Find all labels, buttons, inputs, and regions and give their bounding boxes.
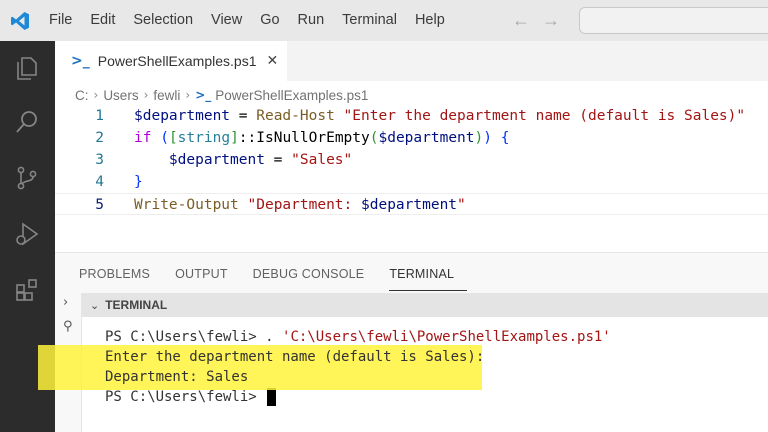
code-token: $department — [134, 108, 231, 124]
line-number: 4 — [95, 174, 104, 190]
terminal-line: PS C:\Users\fewli> . 'C:\Users\fewli\Pow… — [105, 329, 611, 345]
chevron-right-icon: › — [93, 88, 99, 102]
breadcrumb-item-users[interactable]: Users — [103, 88, 138, 103]
menu-item-terminal[interactable]: Terminal — [333, 0, 406, 41]
menu-item-file[interactable]: File — [40, 0, 81, 41]
title-bar: File Edit Selection View Go Run Terminal Help ←… — [0, 0, 768, 41]
code-token: ) — [474, 130, 484, 146]
code-editor[interactable]: 1 $department = Read-Host "Enter the depa… — [55, 105, 768, 215]
arrow-left-icon[interactable]: ← — [512, 0, 530, 41]
code-token: $department — [168, 152, 265, 168]
code-line[interactable]: 4} — [55, 171, 768, 193]
terminal-header-label: TERMINAL — [105, 298, 168, 312]
code-token: { — [500, 130, 510, 146]
menu-item-help[interactable]: Help — [406, 0, 454, 41]
code-text: $department = "Sales" — [134, 149, 352, 171]
code-token: $department — [361, 197, 458, 213]
chevron-down-icon: ⌄ — [90, 298, 100, 312]
code-token: = — [264, 152, 292, 168]
breadcrumb-item-fewli[interactable]: fewli — [153, 88, 180, 103]
terminal-section-header[interactable]: ⌄ TERMINAL — [82, 293, 768, 317]
code-token: ( — [160, 130, 169, 146]
editor-tab[interactable]: >_ PowerShellExamples.ps1 ✕ — [55, 41, 287, 81]
editor-tab-bar: >_ PowerShellExamples.ps1 ✕ — [55, 41, 768, 81]
menu-item-view[interactable]: View — [202, 0, 251, 41]
extensions-icon[interactable] — [12, 275, 42, 305]
code-line[interactable]: 5 Write-Output "Department: $department" — [55, 193, 768, 215]
menu-item-go[interactable]: Go — [251, 0, 288, 41]
code-token: "Sales" — [291, 152, 353, 168]
command-center-search[interactable] — [579, 7, 768, 34]
pin-icon[interactable]: ⚲ — [63, 319, 73, 334]
source-control-icon[interactable] — [12, 163, 42, 193]
code-text: Write-Output "Department: $department" — [134, 194, 466, 216]
line-number: 1 — [95, 108, 104, 124]
chevron-right-icon: › — [143, 88, 149, 102]
line-number: 2 — [95, 130, 104, 146]
tab-debug-console[interactable]: DEBUG CONSOLE — [253, 263, 378, 291]
line-number: 3 — [95, 152, 104, 168]
menu-bar: File Edit Selection View Go Run Terminal Help — [40, 0, 454, 41]
line-number: 5 — [95, 197, 104, 213]
code-token: = — [230, 108, 257, 124]
run-debug-icon[interactable] — [12, 219, 42, 249]
bottom-panel: PROBLEMS OUTPUT DEBUG CONSOLE TERMINAL › ⚲ … — [55, 252, 768, 432]
code-token: "Enter the department name (default is S… — [343, 108, 746, 124]
breadcrumb: C: › Users › fewli › >_ PowerShellExampl… — [75, 85, 368, 105]
code-line[interactable]: 3 $department = "Sales" — [55, 149, 768, 171]
menu-item-selection[interactable]: Selection — [124, 0, 202, 41]
code-text: $department = Read-Host "Enter the depar… — [134, 105, 745, 127]
menu-item-edit[interactable]: Edit — [81, 0, 124, 41]
code-token: "Department: — [247, 197, 361, 213]
close-icon[interactable]: ✕ — [266, 53, 278, 69]
terminal-cursor — [267, 388, 277, 406]
explorer-icon[interactable] — [12, 53, 42, 83]
terminal-line: Department: Sales — [105, 369, 249, 385]
panel-tab-bar: PROBLEMS OUTPUT DEBUG CONSOLE TERMINAL — [79, 263, 479, 291]
code-token: [ — [168, 130, 178, 146]
powershell-icon: >_ — [195, 88, 212, 102]
code-token: } — [134, 174, 143, 190]
arrow-right-icon[interactable]: → — [542, 0, 560, 41]
code-text: } — [134, 171, 143, 193]
code-token: " — [457, 197, 466, 213]
menu-item-run[interactable]: Run — [289, 0, 334, 41]
code-token: if — [134, 130, 152, 146]
breadcrumb-item-drive[interactable]: C: — [75, 88, 89, 103]
vscode-logo-icon — [0, 0, 40, 41]
code-line[interactable]: 2 if ([string]::IsNullOrEmpty($department… — [55, 127, 768, 149]
code-token: $department — [378, 130, 475, 146]
breadcrumb-item-file[interactable]: PowerShellExamples.ps1 — [215, 88, 368, 103]
tab-label: PowerShellExamples.ps1 — [97, 53, 257, 69]
code-token: ] — [230, 130, 239, 146]
code-line[interactable]: 1 $department = Read-Host "Enter the depa… — [55, 105, 768, 127]
powershell-icon: >_ — [71, 53, 90, 69]
terminal-line: PS C:\Users\fewli> — [105, 387, 277, 407]
navigation-arrows: ← → — [512, 0, 560, 41]
search-icon[interactable] — [12, 107, 42, 137]
code-token: Read-Host — [256, 108, 335, 124]
tab-problems[interactable]: PROBLEMS — [79, 263, 163, 291]
code-token: Write-Output — [134, 197, 239, 213]
chevron-right-icon[interactable]: › — [63, 295, 68, 310]
tab-terminal[interactable]: TERMINAL — [389, 263, 468, 291]
tab-output[interactable]: OUTPUT — [175, 263, 241, 291]
terminal-line: Enter the department name (default is Sa… — [105, 349, 485, 365]
code-token: string — [177, 130, 231, 146]
code-token: ) — [483, 130, 492, 146]
code-token: ::IsNullOrEmpty — [238, 130, 370, 146]
code-text: if ([string]::IsNullOrEmpty($department)… — [134, 127, 509, 149]
chevron-right-icon: › — [185, 88, 191, 102]
